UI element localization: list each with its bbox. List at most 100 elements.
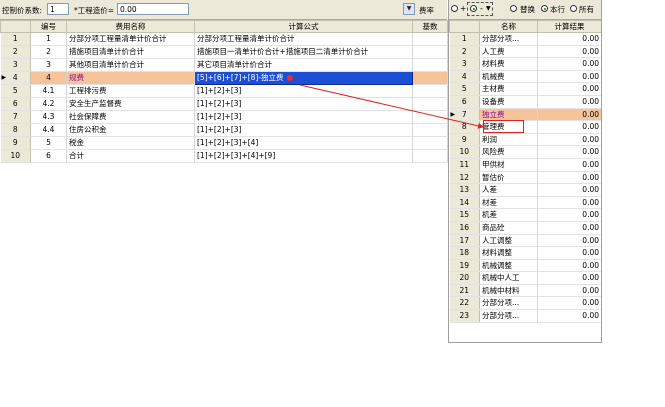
radio-minus[interactable]: [470, 5, 477, 12]
table-row[interactable]: 10 6 合计 [1]+[2]+[3]+[4]+[9]: [0, 149, 448, 163]
table-row[interactable]: 8 管理费 0.00: [449, 120, 601, 134]
fee-rate-button[interactable]: 费率: [419, 5, 434, 16]
table-row[interactable]: 22 分部分项... 0.00: [449, 296, 601, 311]
base-cell[interactable]: [412, 97, 448, 111]
row-number[interactable]: 3: [0, 58, 31, 72]
row-number[interactable]: 1: [0, 32, 31, 46]
table-row[interactable]: 1 分部分项... 0.00: [449, 32, 601, 46]
fee-name-cell[interactable]: 分部分项工程量清单计价合计: [66, 32, 195, 46]
row-number[interactable]: 8: [0, 123, 31, 137]
table-row[interactable]: 9 5 税金 [1]+[2]+[3]+[4]: [0, 136, 448, 150]
result-cell[interactable]: 0.00: [537, 171, 601, 185]
base-header[interactable]: 基数: [412, 20, 448, 33]
code-cell[interactable]: 6: [30, 149, 67, 163]
fee-name-cell[interactable]: 社会保障费: [66, 110, 195, 124]
result-cell[interactable]: 0.00: [537, 296, 601, 311]
table-row-selected[interactable]: ▶ 4 4 规费 [5]+[6]+[7]+[8]-独立费: [0, 71, 448, 85]
table-row[interactable]: 20 机械中人工 0.00: [449, 271, 601, 285]
row-number[interactable]: 5: [0, 84, 31, 98]
base-cell[interactable]: [412, 58, 448, 72]
result-cell[interactable]: 0.00: [537, 145, 601, 159]
row-number[interactable]: 10: [0, 149, 31, 163]
name-cell[interactable]: 机差: [479, 208, 538, 222]
row-number[interactable]: 5: [449, 82, 480, 96]
result-cell[interactable]: 0.00: [537, 95, 601, 109]
name-cell[interactable]: 人工费: [479, 45, 538, 59]
table-row[interactable]: 14 材差 0.00: [449, 196, 601, 210]
table-row[interactable]: 19 机械调整 0.00: [449, 259, 601, 273]
result-cell[interactable]: 0.00: [537, 309, 601, 323]
result-cell[interactable]: 0.00: [537, 284, 601, 298]
name-cell[interactable]: 商品砼: [479, 221, 538, 235]
name-cell[interactable]: 机械中人工: [479, 271, 538, 285]
base-cell[interactable]: [412, 123, 448, 137]
base-cell[interactable]: [412, 136, 448, 150]
table-row[interactable]: 11 甲供材 0.00: [449, 158, 601, 172]
table-row[interactable]: 6 4.2 安全生产监督费 [1]+[2]+[3]: [0, 97, 448, 111]
code-cell[interactable]: 3: [30, 58, 67, 72]
row-number[interactable]: 8: [449, 120, 480, 134]
result-cell[interactable]: 0.00: [537, 108, 601, 122]
formula-cell[interactable]: [1]+[2]+[3]: [194, 84, 413, 98]
name-cell[interactable]: 利润: [479, 133, 538, 147]
radio-plus[interactable]: [451, 5, 458, 12]
name-cell[interactable]: 分部分项...: [479, 32, 538, 46]
table-row[interactable]: 12 暂估价 0.00: [449, 171, 601, 185]
formula-header[interactable]: 计算公式: [194, 20, 413, 33]
table-row[interactable]: 21 机械中材料 0.00: [449, 284, 601, 298]
fee-name-cell[interactable]: 措施项目清单计价合计: [66, 45, 195, 59]
radio-replace[interactable]: [510, 5, 517, 12]
name-cell[interactable]: 材料调整: [479, 246, 538, 260]
radio-this-row[interactable]: [541, 5, 548, 12]
row-number[interactable]: 9: [449, 133, 480, 147]
radio-all[interactable]: [570, 5, 577, 12]
row-number[interactable]: 9: [0, 136, 31, 150]
name-header[interactable]: 名称: [479, 20, 538, 33]
result-cell[interactable]: 0.00: [537, 158, 601, 172]
table-row[interactable]: 3 材料费 0.00: [449, 57, 601, 71]
row-number[interactable]: 6: [449, 95, 480, 109]
name-cell[interactable]: 分部分项...: [479, 309, 538, 323]
name-cell[interactable]: 甲供材: [479, 158, 538, 172]
table-row[interactable]: 6 设备费 0.00: [449, 95, 601, 109]
result-cell[interactable]: 0.00: [537, 246, 601, 260]
row-number[interactable]: 1: [449, 32, 480, 46]
result-cell[interactable]: 0.00: [537, 82, 601, 96]
name-cell[interactable]: 暂估价: [479, 171, 538, 185]
name-cell[interactable]: 独立费: [479, 108, 538, 122]
row-number[interactable]: ▶ 4: [0, 71, 31, 85]
result-cell[interactable]: 0.00: [537, 120, 601, 134]
base-cell[interactable]: [412, 71, 448, 85]
code-cell[interactable]: 4.3: [30, 110, 67, 124]
row-number[interactable]: 23: [449, 309, 480, 323]
result-cell[interactable]: 0.00: [537, 45, 601, 59]
base-cell[interactable]: [412, 45, 448, 59]
project-price-input[interactable]: 0.00: [117, 3, 189, 15]
name-cell[interactable]: 人工调整: [479, 234, 538, 248]
result-cell[interactable]: 0.00: [537, 70, 601, 84]
row-number[interactable]: 10: [449, 145, 480, 159]
row-number[interactable]: 22: [449, 296, 480, 311]
table-row[interactable]: 17 人工调整 0.00: [449, 234, 601, 248]
coefficient-input[interactable]: 1: [47, 3, 69, 15]
radio-this-row-label[interactable]: 本行: [550, 4, 565, 15]
row-number[interactable]: 12: [449, 171, 480, 185]
code-cell[interactable]: 2: [30, 45, 67, 59]
table-row[interactable]: 5 4.1 工程排污费 [1]+[2]+[3]: [0, 84, 448, 98]
row-number[interactable]: 20: [449, 271, 480, 285]
formula-cell[interactable]: [1]+[2]+[3]: [194, 110, 413, 124]
name-cell[interactable]: 风险费: [479, 145, 538, 159]
code-cell[interactable]: 5: [30, 136, 67, 150]
table-row[interactable]: 1 1 分部分项工程量清单计价合计 分部分项工程量清单计价合计: [0, 32, 448, 46]
result-cell[interactable]: 0.00: [537, 57, 601, 71]
row-number[interactable]: 17: [449, 234, 480, 248]
name-cell[interactable]: 设备费: [479, 95, 538, 109]
code-header[interactable]: 编号: [30, 20, 67, 33]
formula-cell[interactable]: 其它项目清单计价合计: [194, 58, 413, 72]
radio-minus-label[interactable]: -: [480, 4, 483, 13]
formula-text[interactable]: [5]+[6]+[7]+[8]-独立费: [197, 73, 284, 82]
result-cell[interactable]: 0.00: [537, 221, 601, 235]
row-number[interactable]: 11: [449, 158, 480, 172]
code-cell[interactable]: 4.4: [30, 123, 67, 137]
fee-name-cell[interactable]: 安全生产监督费: [66, 97, 195, 111]
